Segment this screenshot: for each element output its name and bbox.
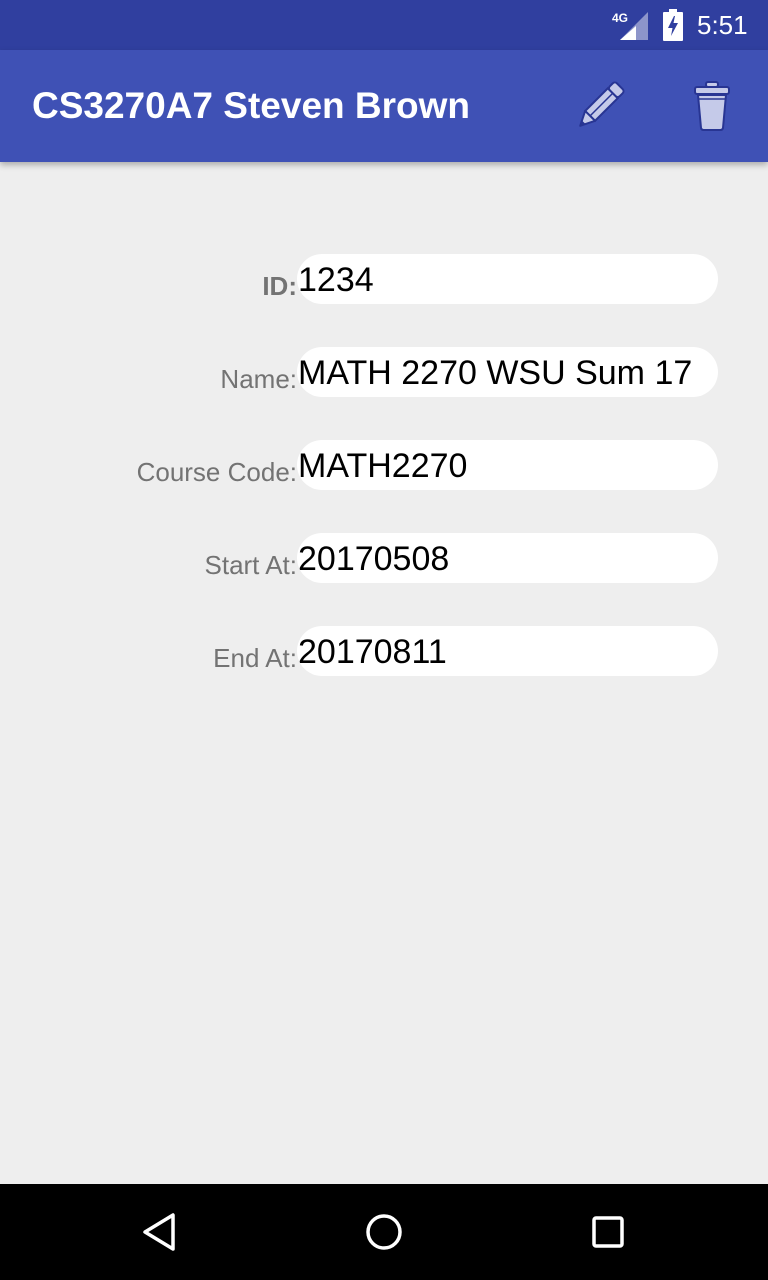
- trash-icon: [694, 81, 730, 131]
- status-bar: 4G 5:51: [0, 0, 768, 50]
- recents-button[interactable]: [572, 1196, 644, 1268]
- back-icon: [143, 1213, 175, 1251]
- screen: 4G 5:51 CS3270A7 Steven Brown ID: 1234 N…: [0, 0, 768, 1280]
- form-row-start-at: Start At: 20170508: [0, 533, 768, 583]
- status-clock: 5:51: [697, 10, 748, 40]
- form-row-id: ID: 1234: [0, 254, 768, 304]
- form-row-course-code: Course Code: MATH2270: [0, 440, 768, 490]
- home-button[interactable]: [348, 1196, 420, 1268]
- home-icon: [366, 1214, 402, 1250]
- course-code-field[interactable]: MATH2270: [297, 440, 718, 490]
- name-label: Name:: [220, 364, 297, 394]
- navigation-bar: [0, 1184, 768, 1280]
- battery-charging-icon: [663, 9, 683, 41]
- app-bar: CS3270A7 Steven Brown: [0, 50, 768, 162]
- signal-icon: 4G: [612, 11, 648, 40]
- name-field[interactable]: MATH 2270 WSU Sum 17: [297, 347, 718, 397]
- id-label: ID:: [262, 271, 297, 301]
- back-button[interactable]: [124, 1196, 196, 1268]
- form-row-name: Name: MATH 2270 WSU Sum 17: [0, 347, 768, 397]
- pencil-icon: [579, 81, 625, 127]
- start-at-label: Start At:: [204, 550, 298, 580]
- form-row-end-at: End At: 20170811: [0, 626, 768, 676]
- end-at-label: End At:: [213, 643, 297, 673]
- delete-button[interactable]: [676, 70, 748, 142]
- edit-button[interactable]: [564, 70, 636, 142]
- start-at-field[interactable]: 20170508: [297, 533, 718, 583]
- app-title: CS3270A7 Steven Brown: [32, 85, 471, 126]
- end-at-field[interactable]: 20170811: [297, 626, 718, 676]
- id-field[interactable]: 1234: [297, 254, 718, 304]
- network-type-label: 4G: [612, 11, 628, 25]
- course-code-label: Course Code:: [136, 457, 297, 487]
- recents-icon: [592, 1216, 624, 1248]
